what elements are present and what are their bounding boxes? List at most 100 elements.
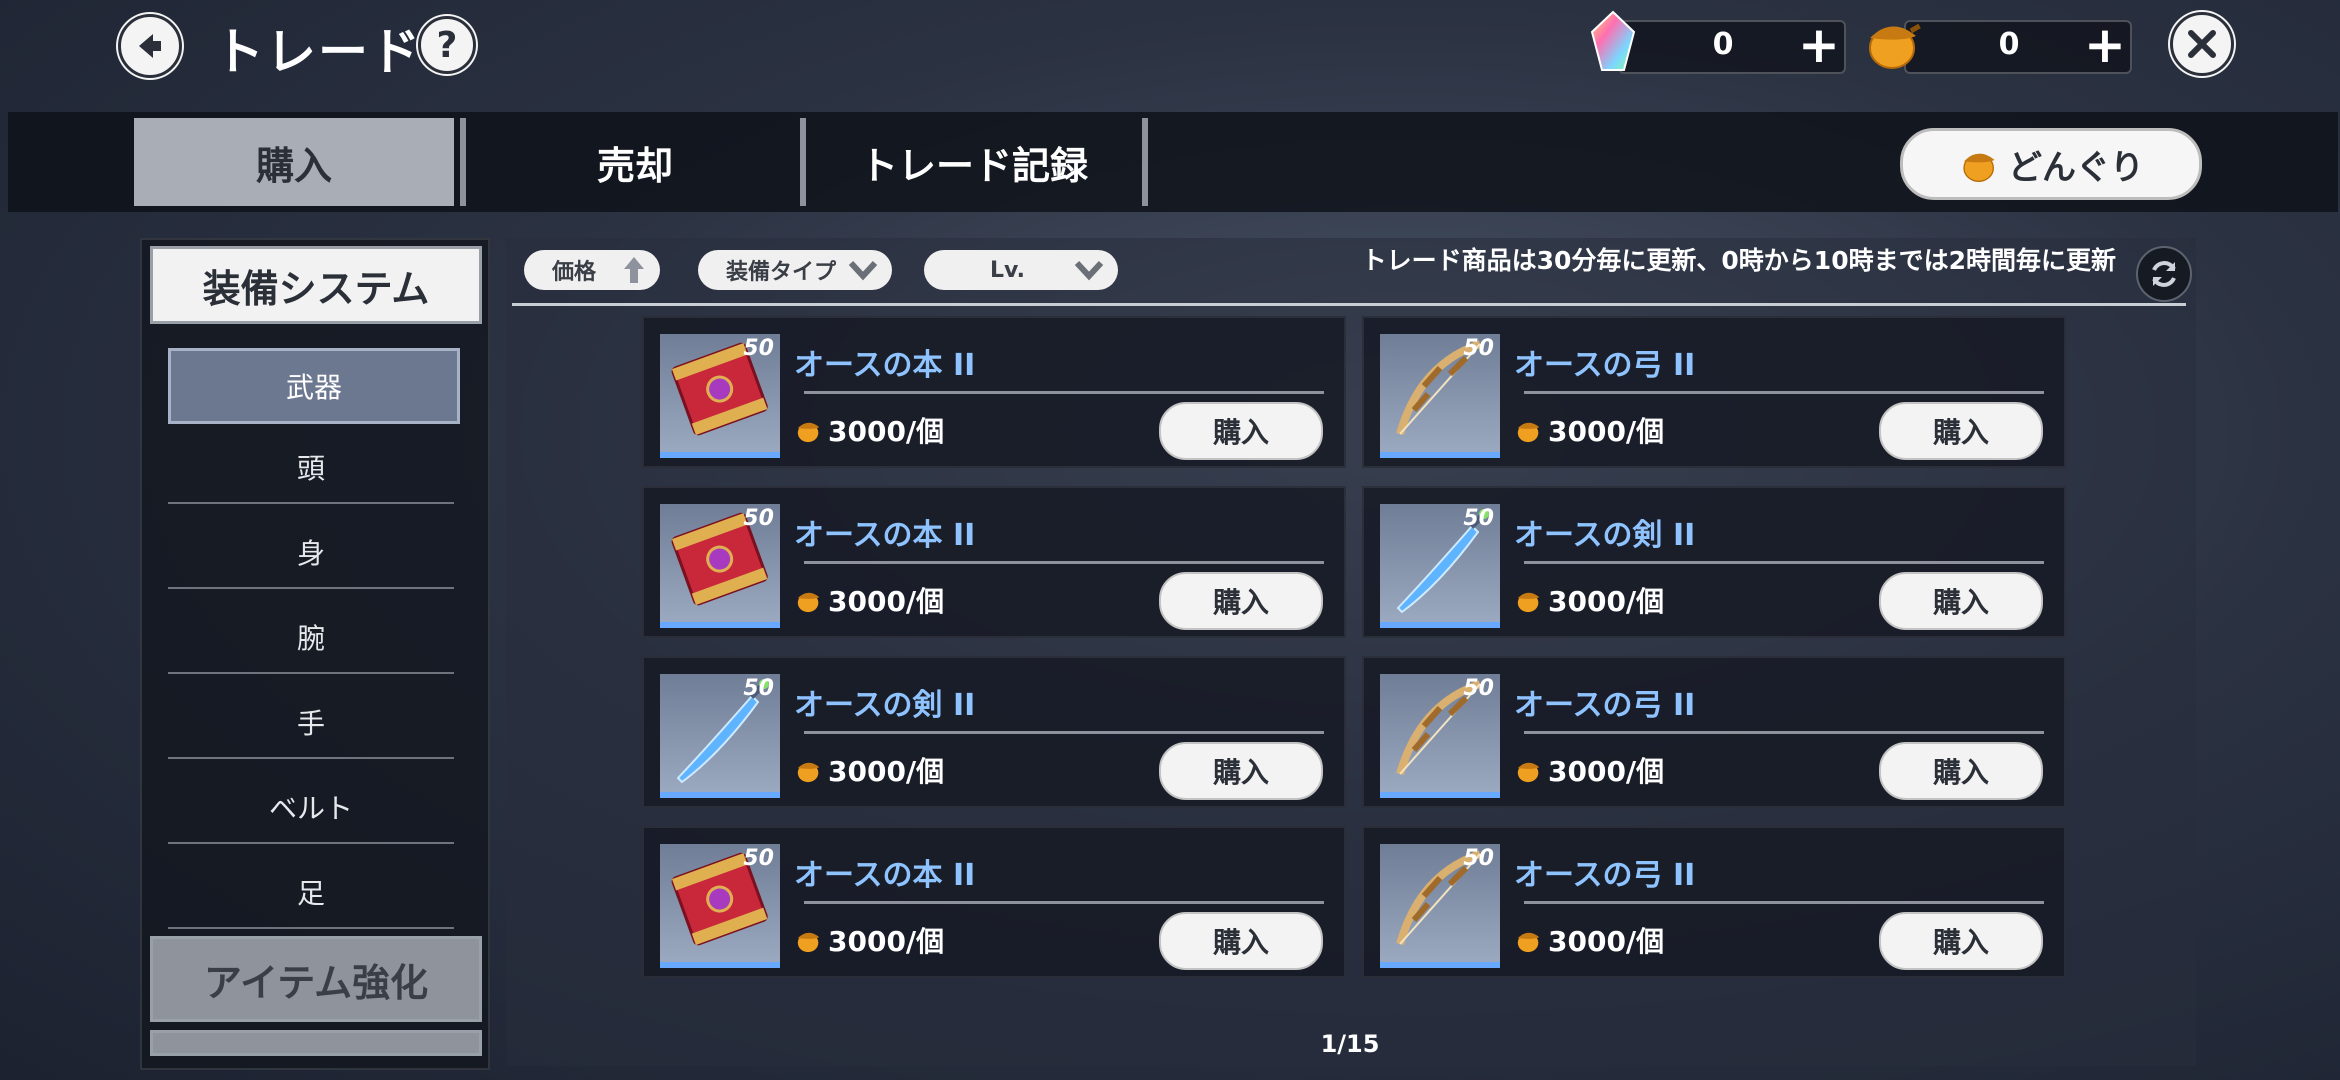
sidebar-item-label: 身 [296, 537, 325, 570]
buy-button-label: 購入 [1932, 416, 1989, 449]
acorn-icon [1869, 23, 1921, 69]
category-item-enhance[interactable]: アイテム強化 [150, 936, 482, 1022]
acorn-icon [1963, 153, 1995, 182]
sidebar-item-weapon[interactable]: 武器 [168, 348, 460, 424]
item-name: オースの本 II [794, 858, 976, 893]
equip-type-dropdown[interactable]: 装備タイプ [698, 250, 892, 290]
close-button[interactable] [2170, 12, 2234, 76]
filter-divider [512, 303, 2186, 306]
item-level: 50 [743, 846, 774, 871]
item-book-icon: 50 [660, 334, 780, 458]
back-button[interactable] [118, 14, 182, 78]
item-price: 3000/個 [1514, 750, 1664, 790]
item-name: オースの弓 II [1514, 858, 1696, 893]
buy-button[interactable]: 購入 [1879, 912, 2043, 970]
buy-button[interactable]: 購入 [1159, 572, 1323, 630]
sidebar-item-head[interactable]: 頭 [168, 432, 454, 504]
sidebar-item-label: 武器 [285, 371, 342, 404]
level-dropdown[interactable]: Lv. [924, 250, 1118, 290]
add-acorn-button[interactable]: + [2084, 20, 2126, 70]
back-arrow-icon [139, 34, 161, 58]
sidebar-item-belt[interactable]: ベルト [168, 772, 454, 844]
acorn-icon [1517, 422, 1540, 443]
category-equipment-system[interactable]: 装備システム [150, 246, 482, 324]
buy-button[interactable]: 購入 [1159, 402, 1323, 460]
item-card[interactable]: 50 オースの弓 II 3000/個 購入 [1362, 316, 2066, 468]
level-label: Lv. [990, 257, 1025, 283]
chevron-down-icon [848, 260, 878, 281]
item-price-value: 3000/個 [828, 415, 945, 448]
item-bow-icon: 50 [1380, 334, 1500, 458]
item-divider [804, 901, 1324, 904]
refresh-notice: トレード商品は30分毎に更新、0時から10時までは2時間毎に更新 [1361, 246, 2116, 275]
item-name: オースの弓 II [1514, 688, 1696, 723]
item-price: 3000/個 [794, 580, 944, 620]
acorn-count: 0 [1998, 27, 2020, 62]
item-name: オースの剣 II [794, 688, 976, 723]
add-crystal-button[interactable]: + [1798, 20, 1840, 70]
sidebar-item-hand[interactable]: 手 [168, 687, 454, 759]
sidebar-item-arm[interactable]: 腕 [168, 602, 454, 674]
category-label: 装備システム [202, 266, 430, 311]
acorn-icon [1517, 592, 1540, 613]
item-price: 3000/個 [794, 920, 944, 960]
item-card[interactable]: 50 オースの剣 II 3000/個 購入 [1362, 486, 2066, 638]
tab-sell[interactable]: 売却 [470, 118, 800, 206]
buy-button-label: 購入 [1212, 416, 1269, 449]
item-divider [1524, 731, 2044, 734]
item-price-value: 3000/個 [828, 925, 945, 958]
tab-trade-history[interactable]: トレード記録 [806, 118, 1142, 206]
buy-button-label: 購入 [1932, 586, 1989, 619]
item-card[interactable]: 50 オースの弓 II 3000/個 購入 [1362, 656, 2066, 808]
buy-button-label: 購入 [1212, 756, 1269, 789]
item-divider [1524, 561, 2044, 564]
buy-button[interactable]: 購入 [1159, 742, 1323, 800]
item-book-icon: 50 [660, 844, 780, 968]
item-card[interactable]: 50 オースの弓 II 3000/個 購入 [1362, 826, 2066, 978]
price-sort-button[interactable]: 価格 [524, 250, 660, 290]
item-level: 50 [1463, 676, 1494, 701]
tab-divider [1142, 118, 1148, 206]
crystal-count: 0 [1712, 27, 1734, 62]
buy-button[interactable]: 購入 [1879, 402, 2043, 460]
item-sword-icon: 50 [1380, 504, 1500, 628]
buy-button[interactable]: 購入 [1879, 742, 2043, 800]
item-divider [1524, 391, 2044, 394]
acorn-icon [797, 932, 820, 953]
item-price-value: 3000/個 [1548, 755, 1665, 788]
item-divider [804, 391, 1324, 394]
price-sort-label: 価格 [552, 260, 597, 285]
crystal-icon [1590, 10, 1636, 71]
item-price-value: 3000/個 [828, 585, 945, 618]
item-price: 3000/個 [1514, 920, 1664, 960]
item-card[interactable]: 50 オースの本 II 3000/個 購入 [642, 316, 1346, 468]
tab-sell-label: 売却 [596, 143, 673, 188]
buy-button[interactable]: 購入 [1159, 912, 1323, 970]
sidebar-item-label: 足 [296, 877, 325, 910]
arrow-up-icon [624, 257, 644, 283]
category-next[interactable] [150, 1030, 482, 1056]
refresh-button[interactable] [2136, 246, 2192, 302]
item-card[interactable]: 50 オースの本 II 3000/個 購入 [642, 826, 1346, 978]
help-button[interactable]: ? [418, 16, 476, 74]
buy-button[interactable]: 購入 [1879, 572, 2043, 630]
acorn-shop-label: どんぐり [2008, 147, 2144, 188]
item-bow-icon: 50 [1380, 844, 1500, 968]
item-level: 50 [1463, 336, 1494, 361]
sidebar-item-foot[interactable]: 足 [168, 857, 454, 929]
item-card[interactable]: 50 オースの剣 II 3000/個 購入 [642, 656, 1346, 808]
item-level: 50 [743, 506, 774, 531]
item-price: 3000/個 [1514, 580, 1664, 620]
item-divider [1524, 901, 2044, 904]
tab-buy[interactable]: 購入 [134, 118, 454, 206]
item-price-value: 3000/個 [1548, 415, 1665, 448]
item-price-value: 3000/個 [1548, 585, 1665, 618]
acorn-shop-button[interactable]: どんぐり [1900, 128, 2202, 200]
item-card[interactable]: 50 オースの本 II 3000/個 購入 [642, 486, 1346, 638]
acorn-icon [797, 762, 820, 783]
help-icon: ? [436, 24, 458, 66]
item-level: 50 [743, 336, 774, 361]
item-name: オースの剣 II [1514, 518, 1696, 553]
sidebar-item-body[interactable]: 身 [168, 517, 454, 589]
item-name: オースの本 II [794, 348, 976, 383]
